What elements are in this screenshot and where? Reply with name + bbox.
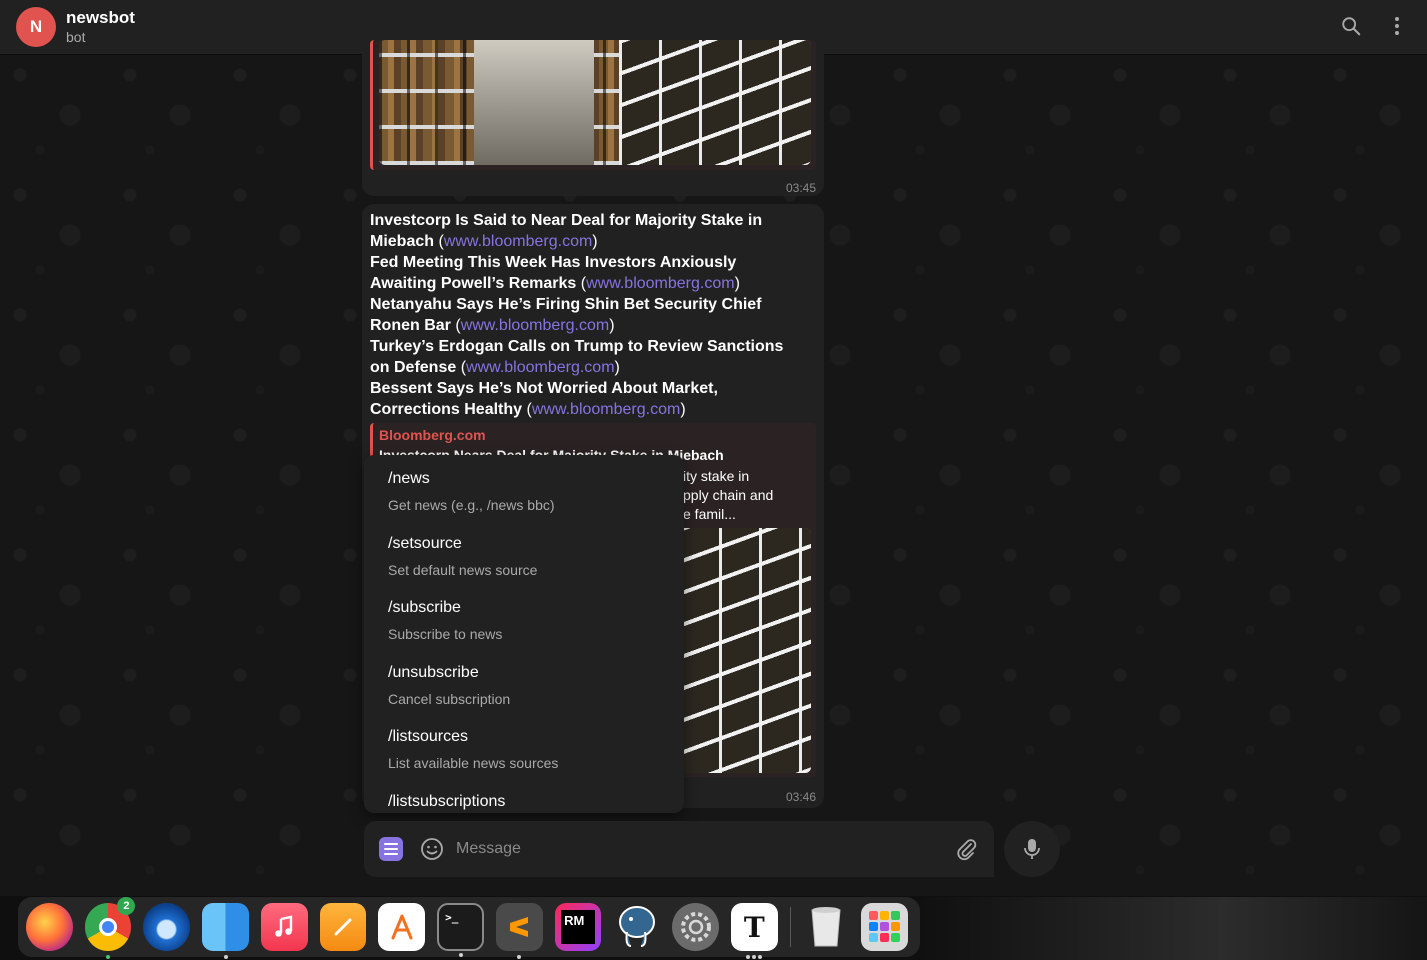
notification-badge: 2 <box>117 897 136 915</box>
link-preview[interactable] <box>370 40 816 170</box>
terminal-icon[interactable]: >_ <box>437 903 484 957</box>
headline-item: Turkey’s Erdogan Calls on Trump to Revie… <box>370 338 784 376</box>
microphone-icon[interactable] <box>1004 821 1060 877</box>
system-settings-icon[interactable] <box>672 903 719 951</box>
headline-item: Fed Meeting This Week Has Investors Anxi… <box>370 254 740 292</box>
headline-item: Investcorp Is Said to Near Deal for Majo… <box>370 212 763 250</box>
emoji-icon[interactable] <box>420 837 444 861</box>
pages-icon[interactable] <box>319 903 367 951</box>
dock: 2 >_ RM T <box>18 897 920 959</box>
typora-icon[interactable]: T <box>730 903 778 959</box>
command-item-subscribe[interactable]: /subscribe Subscribe to news <box>364 584 684 649</box>
headline-link[interactable]: www.bloomberg.com <box>461 317 610 334</box>
rubymine-icon[interactable]: RM <box>554 903 602 951</box>
firefox-icon[interactable] <box>26 903 73 951</box>
preview-site-name: Bloomberg.com <box>379 427 486 443</box>
chat-title-block[interactable]: newsbot bot <box>66 8 135 46</box>
headline-link[interactable]: www.bloomberg.com <box>586 275 735 292</box>
command-item-listsources[interactable]: /listsources List available news sources <box>364 713 684 778</box>
app-store-icon[interactable] <box>378 903 426 951</box>
dock-separator <box>789 907 791 947</box>
finder-icon[interactable] <box>202 903 249 959</box>
music-icon[interactable] <box>260 903 308 951</box>
headline-list: Investcorp Is Said to Near Deal for Majo… <box>370 210 800 420</box>
sublime-text-icon[interactable] <box>495 903 543 959</box>
command-item-listsubscriptions[interactable]: /listsubscriptions <box>364 778 684 814</box>
command-item-setsource[interactable]: /setsource Set default news source <box>364 520 684 585</box>
desktop-wallpaper <box>920 897 1427 960</box>
chat-title: newsbot <box>66 8 135 27</box>
more-vertical-icon[interactable] <box>1385 14 1409 38</box>
message-time: 03:46 <box>785 790 816 804</box>
chat-subtitle: bot <box>66 29 86 45</box>
attach-icon[interactable] <box>954 837 978 861</box>
message-input[interactable] <box>456 834 926 864</box>
command-suggestions[interactable]: /news Get news (e.g., /news bbc) /setsou… <box>364 455 684 813</box>
message-bubble[interactable]: 03:45 <box>362 40 824 196</box>
bot-menu-icon[interactable] <box>379 837 403 861</box>
avatar[interactable]: N <box>16 7 56 47</box>
message-time: 03:45 <box>785 181 816 195</box>
trash-icon[interactable] <box>803 903 850 951</box>
preview-image[interactable] <box>379 40 811 165</box>
message-composer[interactable] <box>364 821 994 877</box>
headline-link[interactable]: www.bloomberg.com <box>466 359 615 376</box>
headline-item: Netanyahu Says He’s Firing Shin Bet Secu… <box>370 296 762 334</box>
chrome-icon[interactable]: 2 <box>84 897 136 959</box>
headline-link[interactable]: www.bloomberg.com <box>532 401 681 418</box>
thunderbird-icon[interactable] <box>143 903 191 951</box>
command-item-unsubscribe[interactable]: /unsubscribe Cancel subscription <box>364 649 684 714</box>
command-item-news[interactable]: /news Get news (e.g., /news bbc) <box>364 455 684 520</box>
postgresql-icon[interactable] <box>613 903 660 951</box>
search-icon[interactable] <box>1339 14 1363 38</box>
headline-item: Bessent Says He’s Not Worried About Mark… <box>370 380 718 418</box>
headline-link[interactable]: www.bloomberg.com <box>444 233 593 250</box>
launchpad-icon[interactable] <box>861 903 909 951</box>
